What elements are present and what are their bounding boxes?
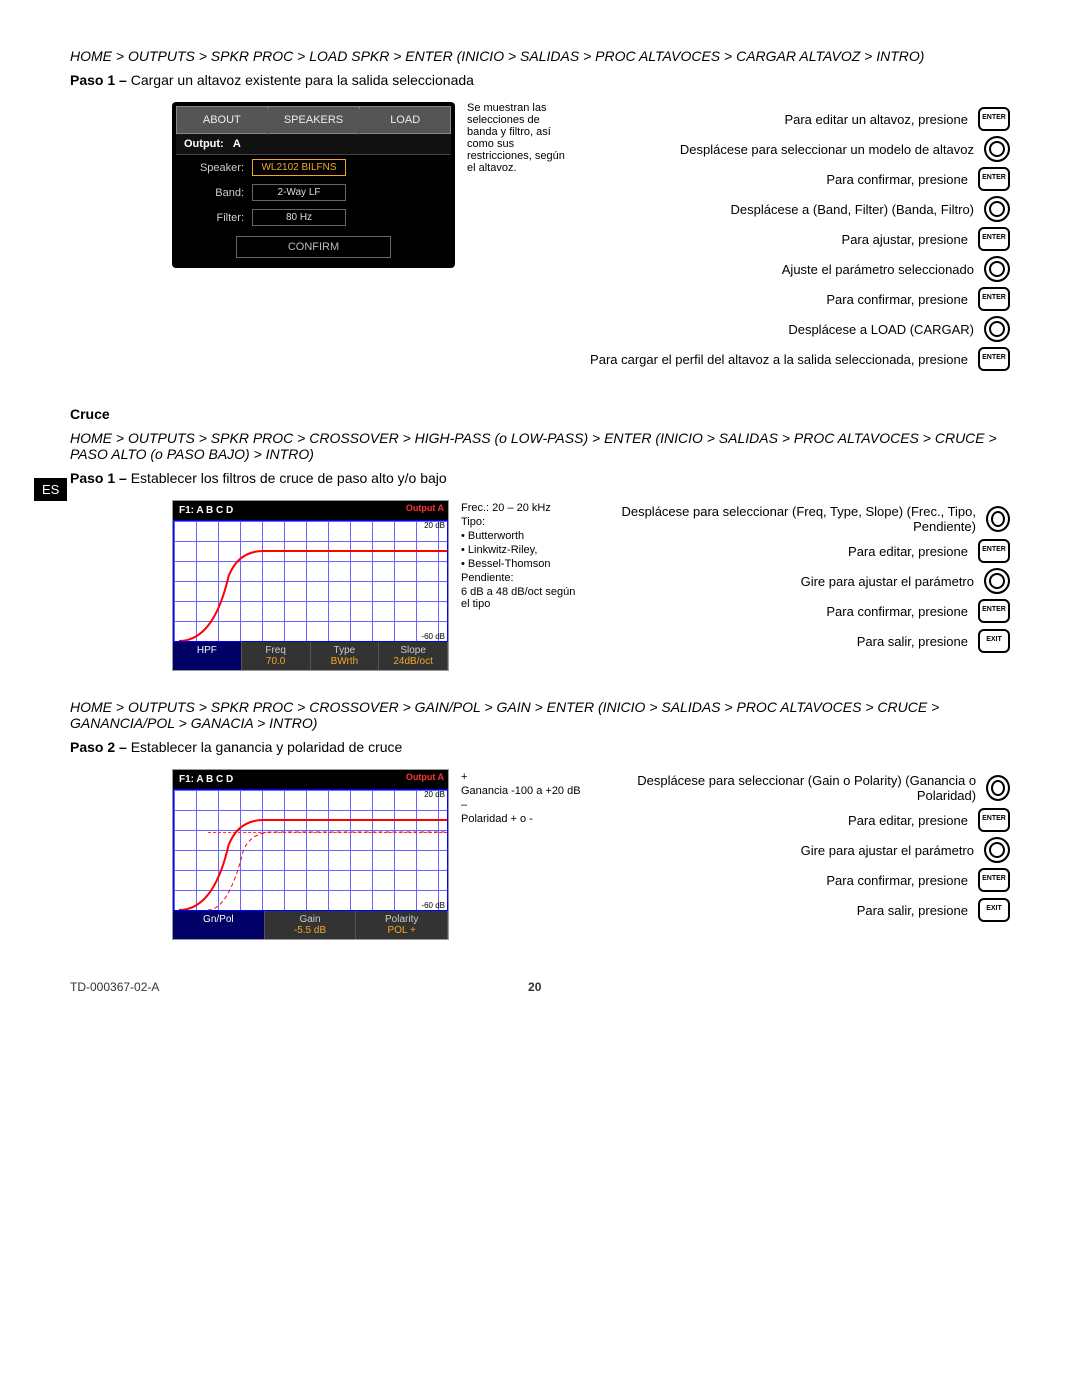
step1-heading: Paso 1 – Cargar un altavoz existente par… <box>70 72 1010 88</box>
enter-button-icon: ENTER <box>978 287 1010 311</box>
param-cell[interactable]: Freq70.0 <box>242 642 311 670</box>
doc-id: TD-000367-02-A <box>70 980 159 994</box>
hpf-label: HPF <box>173 642 242 670</box>
device-panel-load: ABOUT SPEAKERS LOAD Output: A Speaker:WL… <box>172 102 455 268</box>
instr-text: Para ajustar, presione <box>842 232 968 247</box>
instr-text: Para confirmar, presione <box>826 604 968 619</box>
instr-text: Para confirmar, presione <box>826 172 968 187</box>
enter-button-icon: ENTER <box>978 167 1010 191</box>
instr-text: Desplácese a LOAD (CARGAR) <box>788 322 974 337</box>
tab-about[interactable]: ABOUT <box>176 106 268 134</box>
confirm-button[interactable]: CONFIRM <box>236 236 391 258</box>
knob-icon <box>986 775 1010 801</box>
tab-speakers[interactable]: SPEAKERS <box>268 106 360 134</box>
knob-icon <box>984 196 1010 222</box>
notes-2: Frec.: 20 – 20 kHzTipo:• Butterworth• Li… <box>461 500 581 612</box>
enter-button-icon: ENTER <box>978 347 1010 371</box>
device-val[interactable]: 80 Hz <box>252 209 346 226</box>
enter-button-icon: ENTER <box>978 599 1010 623</box>
page-number: 20 <box>159 980 910 994</box>
instr-text: Desplácese para seleccionar (Gain o Pola… <box>613 773 976 803</box>
subhead-cruce: Cruce <box>70 406 1010 422</box>
enter-button-icon: ENTER <box>978 539 1010 563</box>
instr-text: Desplácese para seleccionar (Freq, Type,… <box>593 504 976 534</box>
knob-icon <box>984 136 1010 162</box>
chart-gnpol: F1: A B C D Output A 20 dB -60 dB Gn/Pol… <box>172 769 449 940</box>
param-cell[interactable]: Gain-5.5 dB <box>265 911 357 939</box>
knob-icon <box>984 316 1010 342</box>
device-val[interactable]: WL2102 BILFNS <box>252 159 346 176</box>
exit-button-icon: EXIT <box>978 898 1010 922</box>
knob-icon <box>984 256 1010 282</box>
chart-hpf: F1: A B C D Output A 20 dB -60 dB HPF Fr… <box>172 500 449 671</box>
instr-text: Para salir, presione <box>857 903 968 918</box>
breadcrumb-1: HOME > OUTPUTS > SPKR PROC > LOAD SPKR >… <box>70 48 1010 64</box>
step2-heading: Paso 1 – Establecer los filtros de cruce… <box>70 470 1010 486</box>
exit-button-icon: EXIT <box>978 629 1010 653</box>
gnpol-label: Gn/Pol <box>173 911 265 939</box>
lang-badge: ES <box>34 478 67 501</box>
knob-icon <box>986 506 1010 532</box>
param-cell[interactable]: TypeBWrth <box>311 642 380 670</box>
instr-text: Gire para ajustar el parámetro <box>801 574 974 589</box>
instr-text: Para confirmar, presione <box>826 873 968 888</box>
page-footer: TD-000367-02-A 20 <box>70 980 1010 994</box>
instr-text: Para editar un altavoz, presione <box>784 112 968 127</box>
device-val[interactable]: 2-Way LF <box>252 184 346 201</box>
breadcrumb-2: HOME > OUTPUTS > SPKR PROC > CROSSOVER >… <box>70 430 1010 462</box>
instr-text: Para editar, presione <box>848 813 968 828</box>
instr-text: Gire para ajustar el parámetro <box>801 843 974 858</box>
notes-1: Se muestran las selecciones de banda y f… <box>467 102 567 174</box>
instr-text: Desplácese a (Band, Filter) (Banda, Filt… <box>731 202 974 217</box>
instr-text: Para cargar el perfil del altavoz a la s… <box>590 352 968 367</box>
breadcrumb-3: HOME > OUTPUTS > SPKR PROC > CROSSOVER >… <box>70 699 1010 731</box>
knob-icon <box>984 568 1010 594</box>
enter-button-icon: ENTER <box>978 808 1010 832</box>
param-cell[interactable]: Slope24dB/oct <box>379 642 448 670</box>
param-cell[interactable]: PolarityPOL + <box>356 911 448 939</box>
knob-icon <box>984 837 1010 863</box>
step3-heading: Paso 2 – Establecer la ganancia y polari… <box>70 739 1010 755</box>
tab-load[interactable]: LOAD <box>359 106 451 134</box>
enter-button-icon: ENTER <box>978 868 1010 892</box>
instr-text: Desplácese para seleccionar un modelo de… <box>680 142 974 157</box>
notes-3: +Ganancia -100 a +20 dB–Polaridad + o - <box>461 769 601 827</box>
enter-button-icon: ENTER <box>978 107 1010 131</box>
instr-text: Ajuste el parámetro seleccionado <box>782 262 974 277</box>
enter-button-icon: ENTER <box>978 227 1010 251</box>
instr-text: Para editar, presione <box>848 544 968 559</box>
instr-text: Para confirmar, presione <box>826 292 968 307</box>
instr-text: Para salir, presione <box>857 634 968 649</box>
